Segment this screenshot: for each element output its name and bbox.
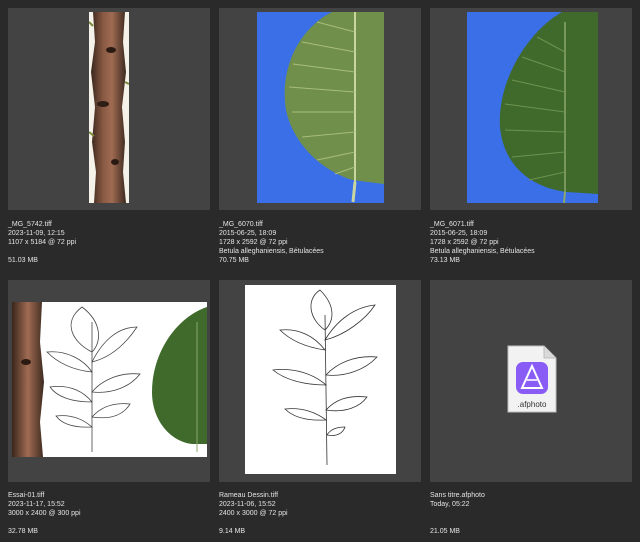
file-dimensions: 1107 x 5184 @ 72 ppi [8, 239, 77, 246]
file-size: 73.13 MB [430, 257, 460, 264]
file-tile-essai01[interactable] [8, 280, 210, 482]
file-name: Rameau Dessin.tiff [219, 492, 279, 499]
file-dimensions: 1728 x 2592 @ 72 ppi [219, 239, 288, 246]
file-meta-mg6071: _MG_6071.tiff 2015-06-25, 18:09 1728 x 2… [430, 220, 635, 265]
file-tile-mg6071[interactable] [430, 8, 632, 210]
file-tile-mg5742[interactable] [8, 8, 210, 210]
file-date: 2023-11-09, 12:15 [8, 230, 65, 237]
file-size: 32.78 MB [8, 528, 38, 535]
leaf-photo-icon [467, 12, 598, 203]
file-meta-mg5742: _MG_5742.tiff 2023-11-09, 12:15 1107 x 5… [8, 220, 213, 265]
file-dimensions: 1728 x 2592 @ 72 ppi [430, 239, 499, 246]
file-dimensions: 3000 x 2400 @ 300 ppi [8, 510, 81, 517]
file-meta-essai01: Essai-01.tiff 2023-11-17, 15:52 3000 x 2… [8, 491, 213, 536]
file-size: 9.14 MB [219, 528, 246, 535]
afphoto-file-icon: .afphoto [506, 344, 558, 414]
file-date: 2015-06-25, 18:09 [430, 230, 488, 237]
afphoto-doc-label: .afphoto [517, 400, 547, 409]
file-tile-rameau-dessin[interactable] [219, 280, 421, 482]
drawing-icon [245, 285, 396, 474]
file-name: _MG_6070.tiff [219, 221, 263, 228]
file-tile-mg6070[interactable] [219, 8, 421, 210]
bark-strip-icon [89, 12, 129, 203]
file-date: 2015-06-25, 18:09 [219, 230, 277, 237]
file-size: 21.05 MB [430, 528, 460, 535]
file-date: 2023-11-17, 15:52 [8, 501, 65, 508]
file-size: 70.75 MB [219, 257, 249, 264]
file-tile-sans-titre[interactable]: .afphoto [430, 280, 632, 482]
file-keywords: Betula alleghaniensis, Bétulacées [219, 248, 324, 255]
file-meta-rameau-dessin: Rameau Dessin.tiff 2023-11-06, 15:52 240… [219, 491, 424, 536]
file-name: _MG_6071.tiff [430, 221, 474, 228]
file-name: Essai-01.tiff [8, 492, 45, 499]
file-meta-mg6070: _MG_6070.tiff 2015-06-25, 18:09 1728 x 2… [219, 220, 424, 265]
composite-icon [12, 302, 207, 457]
file-dimensions: 2400 x 3000 @ 72 ppi [219, 510, 288, 517]
file-date: Today, 05:22 [430, 501, 470, 508]
file-name: Sans titre.afphoto [430, 492, 485, 499]
leaf-photo-icon [257, 12, 384, 203]
file-size: 51.03 MB [8, 257, 38, 264]
file-name: _MG_5742.tiff [8, 221, 52, 228]
file-meta-sans-titre: Sans titre.afphoto Today, 05:22 21.05 MB [430, 491, 635, 536]
file-keywords: Betula alleghaniensis, Bétulacées [430, 248, 535, 255]
file-date: 2023-11-06, 15:52 [219, 501, 276, 508]
